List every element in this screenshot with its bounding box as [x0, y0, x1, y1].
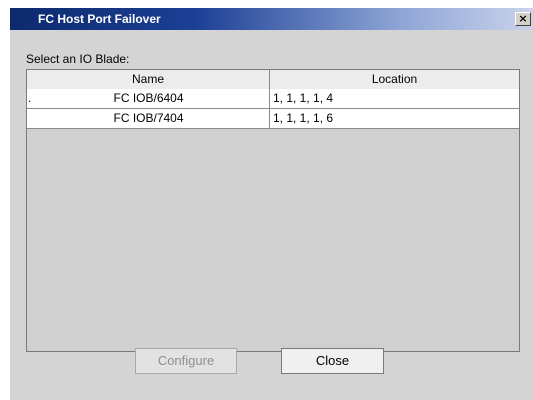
configure-button[interactable]: Configure	[135, 348, 237, 374]
window-title: FC Host Port Failover	[38, 12, 161, 26]
name-value: FC IOB/6404	[113, 91, 184, 105]
column-header-name[interactable]: Name	[27, 70, 270, 89]
select-io-blade-label: Select an IO Blade:	[26, 52, 130, 66]
name-cell: FC IOB/7404	[27, 109, 270, 128]
table-row[interactable]: . FC IOB/6404 1, 1, 1, 1, 4	[27, 89, 519, 109]
fc-host-port-failover-dialog: FC Host Port Failover × Select an IO Bla…	[0, 0, 533, 400]
close-button[interactable]: Close	[281, 348, 384, 374]
dialog-body: Select an IO Blade: Name Location . FC I…	[10, 30, 533, 400]
location-cell: 1, 1, 1, 1, 4	[273, 91, 334, 105]
close-window-icon[interactable]: ×	[515, 12, 531, 26]
name-value: FC IOB/7404	[113, 111, 184, 125]
title-bar[interactable]: FC Host Port Failover ×	[10, 8, 533, 30]
location-cell: 1, 1, 1, 1, 6	[273, 111, 334, 125]
io-blade-table: Name Location . FC IOB/6404 1, 1, 1, 1, …	[26, 69, 520, 352]
name-cell: . FC IOB/6404	[27, 89, 270, 108]
table-row[interactable]: FC IOB/7404 1, 1, 1, 1, 6	[27, 109, 519, 129]
table-header: Name Location	[27, 70, 519, 90]
column-header-location[interactable]: Location	[270, 70, 519, 89]
